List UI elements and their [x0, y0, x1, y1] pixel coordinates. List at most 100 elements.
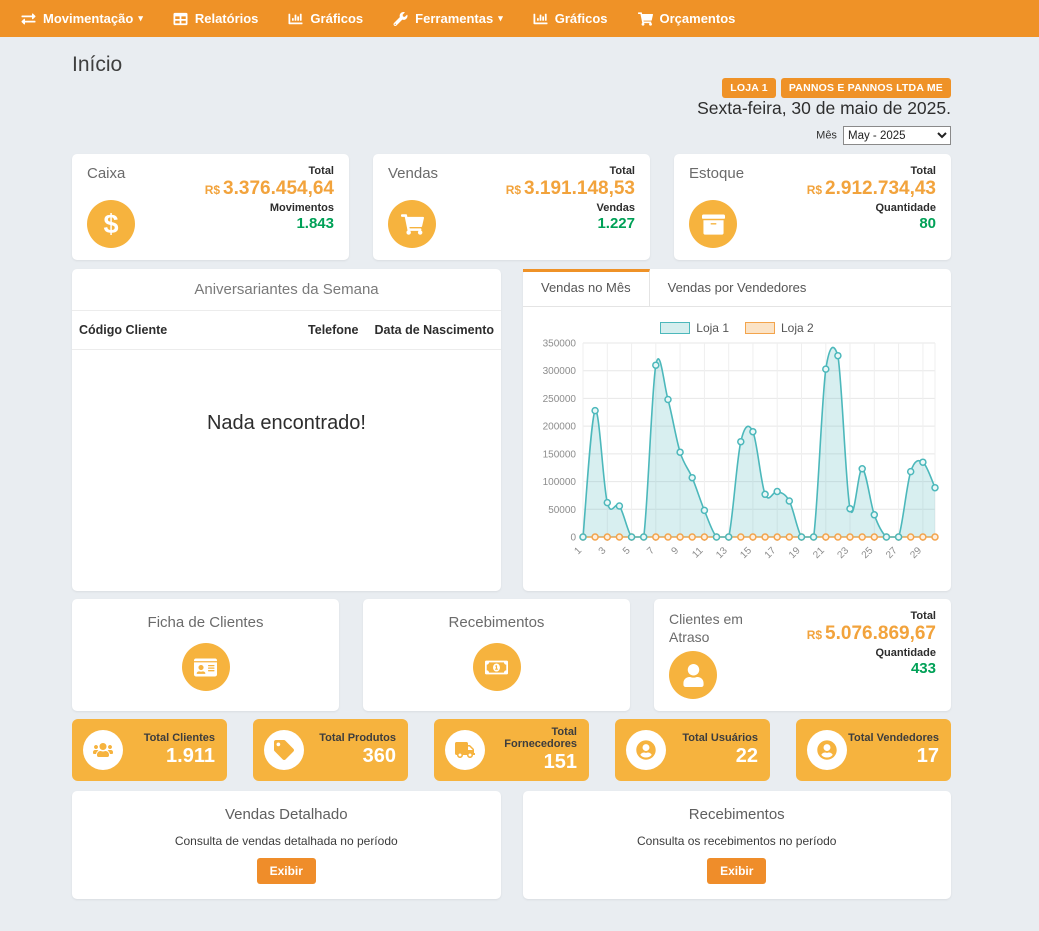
- legend-label: Loja 1: [696, 321, 729, 335]
- currency-prefix: R$: [506, 183, 521, 197]
- nav-item-label: Movimentação: [43, 11, 133, 26]
- total-label: Total: [807, 165, 936, 177]
- stat-value: 151: [485, 750, 577, 774]
- stat-label: Total Usuários: [666, 732, 758, 744]
- stat-label: Total Clientes: [123, 732, 215, 744]
- count-value: 1.227: [506, 214, 635, 234]
- nav-item-label: Ferramentas: [415, 11, 493, 26]
- svg-text:21: 21: [811, 545, 827, 561]
- nav-item-movimentacao[interactable]: Movimentação ▾: [6, 0, 158, 37]
- caret-down-icon: ▾: [498, 13, 503, 24]
- svg-text:3: 3: [597, 545, 609, 557]
- tab-vendas-por-vendedores[interactable]: Vendas por Vendedores: [650, 269, 825, 306]
- nav-item-label: Gráficos: [310, 11, 363, 26]
- nav-item-label: Relatórios: [195, 11, 259, 26]
- count-value: 433: [807, 659, 936, 679]
- exibir-button[interactable]: Exibir: [707, 858, 766, 884]
- stat-label: Total Produtos: [304, 732, 396, 744]
- svg-text:25: 25: [860, 545, 876, 561]
- stat-value: 360: [304, 744, 396, 768]
- bar-chart-icon: [533, 12, 548, 26]
- total-produtos-card: Total Produtos 360: [253, 719, 408, 781]
- total-value: 3.191.148,53: [524, 178, 635, 199]
- svg-text:250000: 250000: [543, 394, 577, 405]
- stat-label: Total Vendedores: [847, 732, 939, 744]
- svg-text:5: 5: [621, 545, 633, 557]
- caixa-card: Caixa $ Total R$3.376.454,64 Movimentos …: [72, 154, 349, 260]
- company-badge: PANNOS E PANNOS LTDA ME: [781, 78, 951, 98]
- card-title: Clientes em Atraso: [669, 610, 761, 646]
- navbar: Movimentação ▾ Relatórios Gráficos Ferra…: [0, 0, 1039, 37]
- truck-icon: [445, 730, 485, 770]
- column-header: Data de Nascimento: [375, 323, 494, 337]
- month-select[interactable]: May - 2025: [843, 126, 951, 145]
- stat-value: 1.911: [123, 744, 215, 768]
- svg-text:23: 23: [835, 545, 851, 561]
- column-header: Telefone: [308, 323, 358, 337]
- nav-item-orcamentos[interactable]: Orçamentos: [623, 0, 751, 37]
- current-date: Sexta-feira, 30 de maio de 2025.: [72, 98, 951, 119]
- total-clientes-card: Total Clientes 1.911: [72, 719, 227, 781]
- vendas-detalhado-card: Vendas Detalhado Consulta de vendas deta…: [72, 791, 501, 899]
- dollar-icon: $: [87, 200, 135, 248]
- svg-text:13: 13: [714, 545, 730, 561]
- store-badges: LOJA 1 PANNOS E PANNOS LTDA ME: [722, 78, 951, 98]
- birthdays-table-header: Código Cliente Telefone Data de Nascimen…: [72, 311, 501, 350]
- currency-prefix: R$: [205, 183, 220, 197]
- nav-item-ferramentas[interactable]: Ferramentas ▾: [378, 0, 518, 37]
- exchange-icon: [21, 12, 36, 26]
- bar-chart-icon: [288, 12, 303, 26]
- month-label: Mês: [816, 130, 837, 142]
- svg-text:100000: 100000: [543, 477, 577, 488]
- birthdays-panel-title: Aniversariantes da Semana: [72, 269, 501, 311]
- ficha-de-clientes-card[interactable]: Ficha de Clientes: [72, 599, 339, 711]
- nav-item-graficos-2[interactable]: Gráficos: [518, 0, 623, 37]
- stat-value: 17: [847, 744, 939, 768]
- store-badge: LOJA 1: [722, 78, 776, 98]
- nav-item-label: Orçamentos: [660, 11, 736, 26]
- total-label: Total: [807, 610, 936, 622]
- users-icon: [83, 730, 123, 770]
- currency-prefix: R$: [807, 183, 822, 197]
- svg-text:19: 19: [787, 545, 803, 561]
- legend-item-loja2: Loja 2: [745, 321, 814, 335]
- total-vendedores-card: Total Vendedores 17: [796, 719, 951, 781]
- card-title: Recebimentos: [363, 614, 630, 631]
- table-icon: [173, 12, 188, 26]
- count-label: Quantidade: [807, 647, 936, 659]
- sales-chart-panel: Vendas no Mês Vendas por Vendedores Loja…: [523, 269, 951, 591]
- recebimentos-consulta-card: Recebimentos Consulta os recebimentos no…: [523, 791, 952, 899]
- nav-item-relatorios[interactable]: Relatórios: [158, 0, 274, 37]
- svg-text:1: 1: [572, 545, 584, 557]
- count-label: Movimentos: [205, 202, 334, 214]
- id-card-icon: [182, 643, 230, 691]
- user-circle-icon: [626, 730, 666, 770]
- svg-text:27: 27: [884, 545, 900, 561]
- svg-text:17: 17: [763, 545, 779, 561]
- svg-text:7: 7: [645, 545, 657, 557]
- svg-text:9: 9: [670, 545, 682, 557]
- clientes-em-atraso-card: Clientes em Atraso Total R$5.076.869,67 …: [654, 599, 951, 711]
- svg-text:350000: 350000: [543, 339, 577, 350]
- currency-prefix: R$: [807, 628, 822, 642]
- total-usuarios-card: Total Usuários 22: [615, 719, 770, 781]
- box-icon: [689, 200, 737, 248]
- recebimentos-card[interactable]: Recebimentos: [363, 599, 630, 711]
- month-selector-row: Mês May - 2025: [72, 126, 951, 145]
- legend-item-loja1: Loja 1: [660, 321, 729, 335]
- nav-item-graficos-1[interactable]: Gráficos: [273, 0, 378, 37]
- svg-text:300000: 300000: [543, 366, 577, 377]
- total-value: 2.912.734,43: [825, 178, 936, 199]
- person-icon: [669, 651, 717, 699]
- cart-icon: [638, 12, 653, 26]
- card-title: Recebimentos: [523, 806, 952, 823]
- total-value: 5.076.869,67: [825, 623, 936, 644]
- tab-vendas-no-mes[interactable]: Vendas no Mês: [523, 269, 650, 306]
- chart-legend: Loja 1 Loja 2: [523, 321, 951, 335]
- empty-message: Nada encontrado!: [72, 412, 501, 435]
- exibir-button[interactable]: Exibir: [257, 858, 316, 884]
- svg-text:50000: 50000: [548, 505, 576, 516]
- legend-label: Loja 2: [781, 321, 814, 335]
- estoque-card: Estoque Total R$2.912.734,43 Quantidade …: [674, 154, 951, 260]
- svg-text:200000: 200000: [543, 422, 577, 433]
